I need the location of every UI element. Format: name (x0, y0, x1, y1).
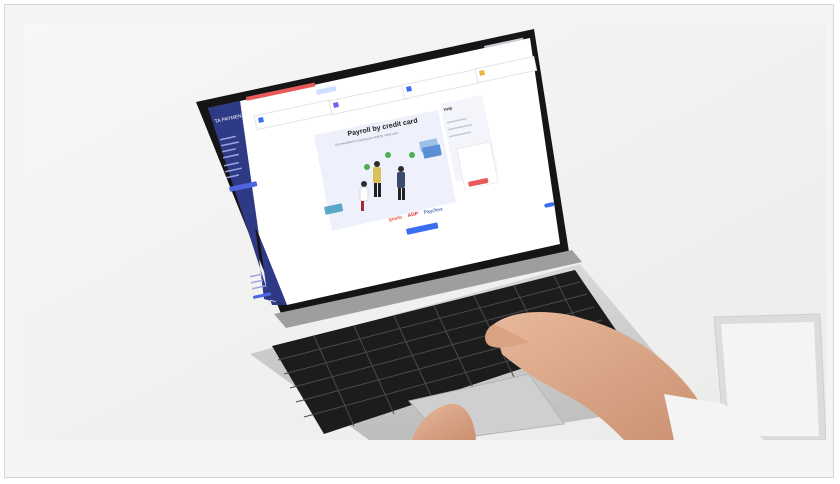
laptop-photo: TA PAYMENT Payroll by credit card Get re… (24, 24, 826, 440)
photo-illustration: TA PAYMENT Payroll by credit card Get re… (24, 24, 826, 440)
image-card: TA PAYMENT Payroll by credit card Get re… (4, 4, 834, 478)
